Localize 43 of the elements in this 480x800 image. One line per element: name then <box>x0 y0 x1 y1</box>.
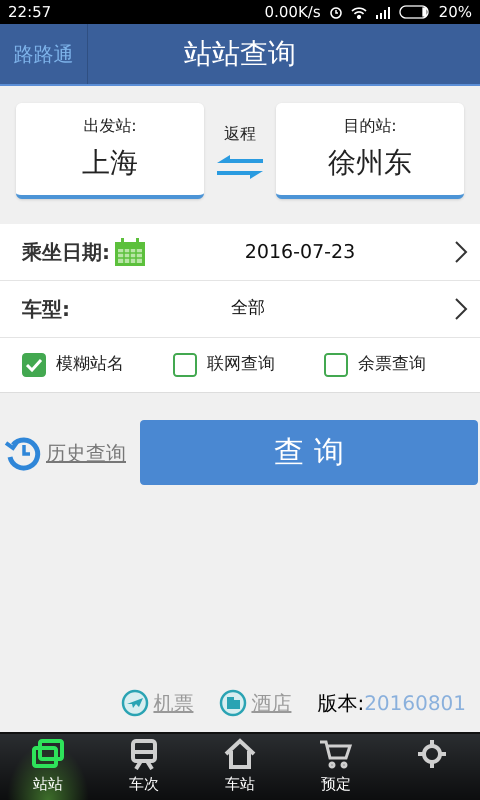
cart-icon <box>318 738 354 770</box>
signal-icon <box>374 6 391 18</box>
history-link[interactable]: 历史查询 <box>4 432 126 472</box>
train-type-value: 全部 <box>230 297 266 320</box>
battery-icon <box>398 5 431 19</box>
train-type-label: 车型: <box>22 296 71 323</box>
chevron-right-icon <box>454 297 468 321</box>
departure-station: 上海 <box>82 145 138 181</box>
search-button[interactable]: 查 询 <box>140 420 478 485</box>
tab[interactable]: 车次 <box>96 734 192 800</box>
house-icon <box>222 738 258 770</box>
destination-card[interactable]: 目的站: 徐州东 <box>276 103 464 199</box>
stacked-squares-icon <box>30 738 66 770</box>
date-value: 2016-07-23 <box>244 240 356 265</box>
train-type-row[interactable]: 车型: 全部 <box>0 281 480 338</box>
alarm-icon <box>328 5 343 19</box>
departure-label: 出发站: <box>83 115 137 137</box>
network-speed: 0.00K/s <box>264 2 321 23</box>
option-checkbox[interactable]: 联网查询 <box>173 352 324 378</box>
version-text: 版本:20160801 <box>317 690 466 717</box>
clock: 22:57 <box>8 2 52 23</box>
destination-station: 徐州东 <box>328 145 412 181</box>
calendar-icon <box>114 237 146 267</box>
return-trip-label: 返程 <box>224 123 256 145</box>
page-title: 站站查询 <box>183 36 297 72</box>
battery-level: 20% <box>438 2 472 23</box>
checkmark-icon <box>26 358 42 372</box>
destination-label: 目的站: <box>343 115 397 137</box>
airplane-icon <box>121 689 150 717</box>
checkbox[interactable] <box>324 353 348 377</box>
option-checkbox[interactable]: 余票查询 <box>324 352 475 378</box>
checkbox[interactable] <box>173 353 197 377</box>
tab[interactable]: 车站 <box>192 734 288 800</box>
date-label: 乘坐日期: <box>22 239 110 266</box>
swap-arrows-icon[interactable] <box>216 154 264 180</box>
option-checkbox[interactable]: 模糊站名 <box>22 352 173 378</box>
checkbox[interactable] <box>22 353 46 377</box>
wifi-icon <box>350 6 367 18</box>
building-icon <box>219 689 248 717</box>
departure-card[interactable]: 出发站: 上海 <box>16 103 204 199</box>
date-row[interactable]: 乘坐日期: 2016-07-23 <box>0 224 480 281</box>
chevron-right-icon <box>454 240 468 264</box>
tab[interactable]: 预定 <box>288 734 384 800</box>
